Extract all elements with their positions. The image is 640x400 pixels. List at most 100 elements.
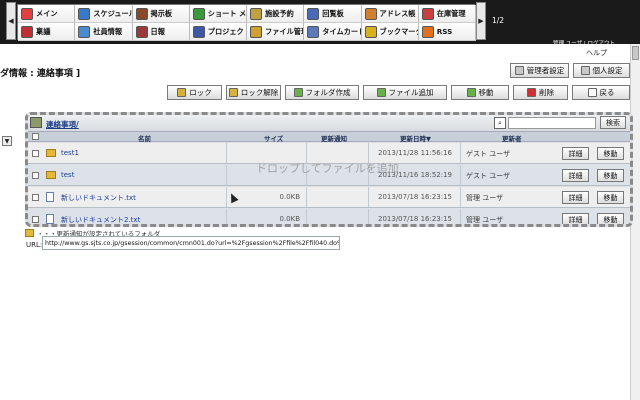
url-label: URL: — [26, 241, 43, 249]
table-row: 新しいドキュメント2.txt 0.0KB 2013/07/18 16:23:15 管理… — [28, 209, 630, 224]
row-detail-button[interactable]: 詳細 — [562, 147, 589, 160]
cell-divider — [226, 209, 227, 224]
cell-divider — [460, 187, 461, 207]
column-updated-header[interactable]: 更新日時▼ — [400, 133, 431, 143]
personal-settings-button[interactable]: 個人設定 — [573, 63, 630, 78]
row-checkbox[interactable] — [32, 172, 39, 179]
row-size: 0.0KB — [279, 215, 300, 223]
menu-item-9[interactable]: 社員情報 — [75, 23, 133, 41]
menu-item-0[interactable]: メイン — [18, 5, 76, 23]
menu-page-indicator: 1/2 — [492, 16, 505, 25]
cell-divider — [226, 165, 227, 185]
folder-tree-toggle[interactable]: ▼ — [2, 136, 12, 146]
row-move-button[interactable]: 移動 — [597, 169, 624, 182]
cell-divider — [460, 143, 461, 163]
row-checkbox[interactable] — [32, 150, 39, 157]
scrollbar-thumb[interactable] — [632, 46, 639, 60]
address-book-icon — [364, 7, 377, 20]
row-updated: 2013/11/28 11:56:16 — [378, 149, 453, 157]
menu-item-label: プロジェクト — [207, 26, 247, 36]
document-icon — [46, 192, 54, 202]
current-path-link[interactable]: 連絡事項/ — [46, 119, 79, 130]
row-name-link[interactable]: 新しいドキュメント2.txt — [61, 215, 140, 224]
timecard-icon — [307, 25, 320, 38]
approval-icon — [21, 25, 33, 38]
menu-item-11[interactable]: プロジェクト — [189, 23, 247, 41]
column-updater-header[interactable]: 更新者 — [502, 133, 522, 143]
search-input[interactable] — [508, 117, 596, 129]
menu-item-15[interactable]: RSS — [418, 23, 476, 41]
menu-item-7[interactable]: 在庫管理 — [418, 5, 476, 23]
row-updater: 管理 ユーザ — [466, 216, 504, 224]
inventory-icon — [421, 7, 434, 20]
unlock-button[interactable]: ロック解除 — [226, 85, 281, 100]
cell-divider — [306, 187, 307, 207]
cell-divider — [306, 143, 307, 163]
row-updated: 2013/11/16 18:52:19 — [378, 171, 453, 179]
menu-item-label: メイン — [36, 8, 58, 18]
column-size-header[interactable]: サイズ — [264, 133, 283, 143]
menu-item-10[interactable]: 日報 — [132, 23, 190, 41]
menu-item-label: 施設予約 — [265, 8, 294, 18]
row-move-button[interactable]: 移動 — [597, 213, 624, 224]
row-move-button[interactable]: 移動 — [597, 191, 624, 204]
create-folder-button[interactable]: フォルダ作成 — [285, 85, 359, 100]
menu-item-label: ショート メール — [207, 8, 247, 18]
move-button[interactable]: 移動 — [451, 85, 509, 100]
menu-item-label: アドレス帳 — [379, 8, 416, 18]
row-detail-button[interactable]: 詳細 — [562, 191, 589, 204]
row-updated: 2013/07/18 16:23:15 — [378, 215, 453, 223]
home-icon — [21, 7, 33, 20]
project-icon — [192, 25, 205, 38]
table-header: 名前 サイズ 更新通知 更新日時▼ 更新者 — [28, 131, 630, 143]
row-move-button[interactable]: 移動 — [597, 147, 624, 160]
row-checkbox[interactable] — [32, 194, 39, 201]
path-bar: 連絡事項/ ⌕ 検索 — [28, 115, 630, 131]
row-detail-button[interactable]: 詳細 — [562, 213, 589, 224]
back-button[interactable]: 戻る — [572, 85, 630, 100]
menu-item-label: 日報 — [150, 26, 165, 36]
menu-item-1[interactable]: スケジュール — [75, 5, 133, 23]
move-arrow-icon — [466, 88, 476, 97]
menu-item-14[interactable]: ブックマーク — [361, 23, 419, 41]
user-status-strip[interactable]: 管理 ユーザ | ログアウト — [553, 39, 615, 47]
menu-item-4[interactable]: 施設予約 — [247, 5, 305, 23]
add-folder-icon — [293, 88, 303, 97]
menu-item-12[interactable]: ファイル管理 — [247, 23, 305, 41]
lock-icon — [177, 88, 187, 97]
row-name-link[interactable]: test — [61, 171, 74, 179]
page-title: ダ情報 : 連絡事項 ] — [0, 69, 81, 79]
employee-icon — [78, 25, 91, 38]
delete-button[interactable]: 削除 — [513, 85, 568, 100]
menu-item-label: ファイル管理 — [265, 26, 305, 36]
admin-settings-button[interactable]: 管理者設定 — [510, 63, 569, 78]
cell-divider — [460, 165, 461, 185]
search-button[interactable]: 検索 — [600, 116, 626, 129]
lock-button[interactable]: ロック — [167, 85, 222, 100]
unlock-icon — [228, 88, 238, 97]
calendar-icon — [78, 7, 91, 20]
menu-item-label: 掲示板 — [150, 8, 173, 18]
folder-icon — [46, 149, 56, 157]
help-link[interactable]: ヘルプ — [586, 48, 607, 58]
row-name-link[interactable]: test1 — [61, 149, 79, 157]
menu-item-3[interactable]: ショート メール — [189, 5, 247, 23]
menu-item-5[interactable]: 回覧板 — [304, 5, 362, 23]
add-file-button[interactable]: ファイル追加 — [363, 85, 447, 100]
file-drop-panel[interactable]: 連絡事項/ ⌕ 検索 名前 サイズ 更新通知 更新日時▼ 更新者 test1 20… — [25, 112, 633, 227]
column-name-header[interactable]: 名前 — [138, 133, 151, 143]
menu-scroll-right-button[interactable]: ▶ — [476, 2, 486, 40]
cell-divider — [306, 209, 307, 224]
row-detail-button[interactable]: 詳細 — [562, 169, 589, 182]
menu-scroll-left-button[interactable]: ◀ — [6, 2, 16, 40]
menu-item-6[interactable]: アドレス帳 — [361, 5, 419, 23]
row-updater: ゲスト ユーザ — [466, 172, 511, 180]
menu-item-8[interactable]: 稟議 — [18, 23, 76, 41]
menu-item-2[interactable]: 掲示板 — [132, 5, 190, 23]
url-field[interactable]: http://www.gs.sjts.co.jp/gsession/common… — [42, 236, 340, 250]
row-checkbox[interactable] — [32, 216, 39, 223]
menu-item-13[interactable]: タイムカード — [304, 23, 362, 41]
row-name-link[interactable]: 新しいドキュメント.txt — [61, 193, 136, 203]
mail-icon — [192, 7, 205, 20]
select-all-checkbox[interactable] — [32, 133, 39, 140]
